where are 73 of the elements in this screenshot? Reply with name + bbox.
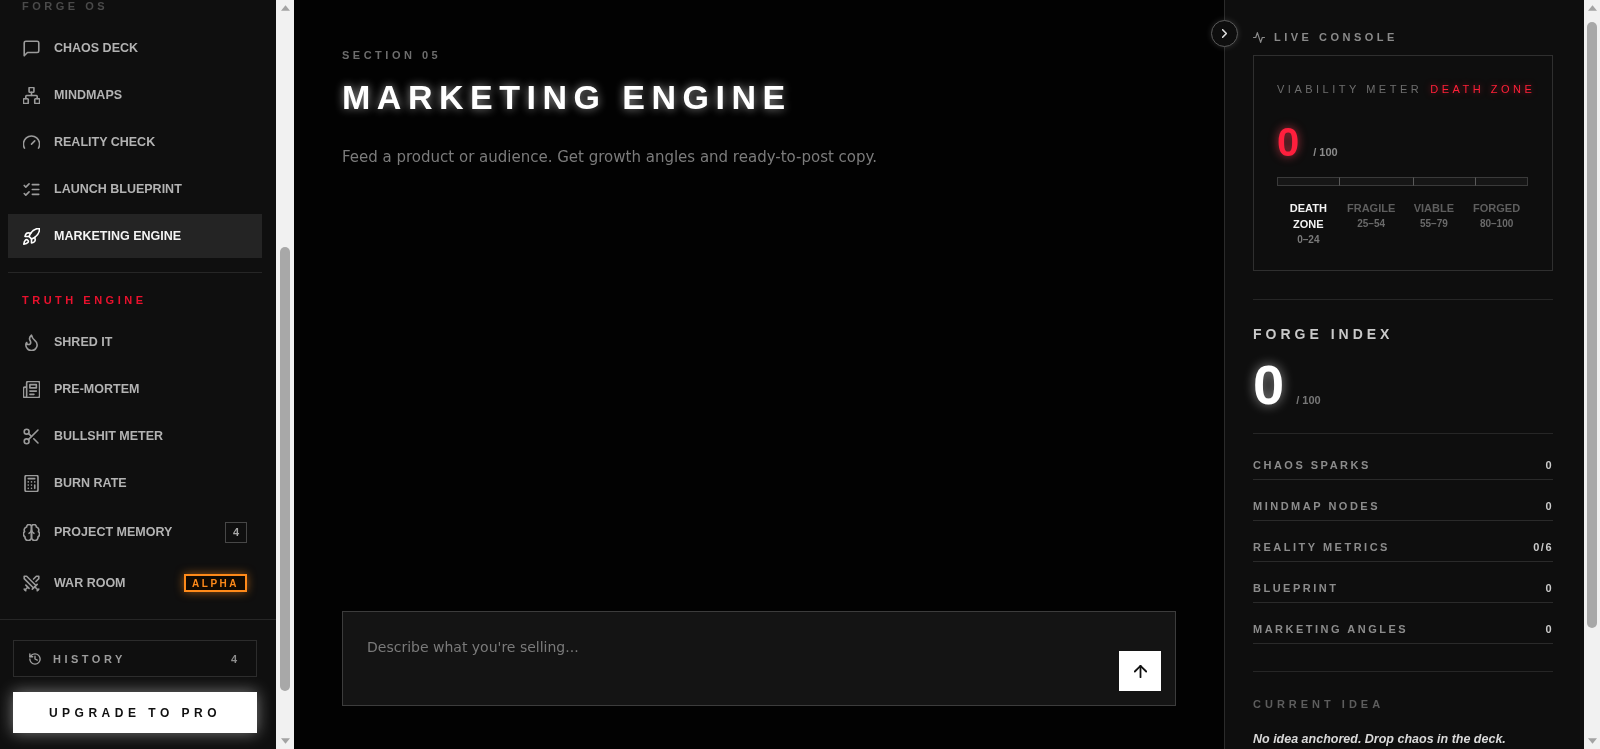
count-badge: 4 [225, 521, 247, 543]
up-triangle-icon[interactable] [280, 5, 290, 11]
meter-label: VIABILITY METER [1277, 82, 1423, 96]
sidebar-item[interactable]: MINDMAPS [8, 73, 262, 117]
rocket-icon [23, 227, 40, 245]
scrollbar-thumb[interactable] [1587, 22, 1597, 628]
stat-label: CHAOS SPARKS [1253, 458, 1371, 473]
upgrade-button[interactable]: UPGRADE TO PRO [13, 692, 257, 733]
meter-segment [1277, 177, 1340, 186]
hierarchy-icon [23, 86, 40, 104]
meter-status: DEATH ZONE [1430, 82, 1536, 96]
stat-value: 0 [1545, 499, 1553, 514]
scrollbar-thumb[interactable] [280, 247, 290, 691]
stat-label: MINDMAP NODES [1253, 499, 1381, 514]
forge-index-title: FORGE INDEX [1253, 325, 1394, 343]
sidebar-item[interactable]: MARKETING ENGINE [8, 214, 262, 258]
stat-value: 0/6 [1533, 540, 1553, 555]
down-triangle-icon[interactable] [280, 738, 290, 744]
forge-index-score: 0 [1253, 357, 1285, 413]
up-triangle-icon[interactable] [1587, 5, 1597, 11]
sidebar-item[interactable]: WAR ROOM ALPHA [8, 559, 262, 607]
sidebar-section-label: FORGE OS [21, 0, 109, 12]
calculator-icon [23, 474, 40, 492]
alpha-badge: ALPHA [184, 574, 247, 592]
sidebar-item[interactable]: PRE-MORTEM [8, 367, 262, 411]
viability-score: 0 [1277, 119, 1300, 166]
stat-label: REALITY METRICS [1253, 540, 1390, 555]
stat-label: BLUEPRINT [1253, 581, 1339, 596]
zone-name: FRAGILE [1347, 201, 1396, 216]
zone-range: 25–54 [1357, 217, 1386, 231]
history-button[interactable]: HISTORY 4 [13, 640, 257, 677]
message-input[interactable]: Describe what you're selling... [342, 611, 1176, 706]
console-title: LIVE CONSOLE [1274, 31, 1398, 43]
zone-range: 0–24 [1297, 233, 1320, 247]
scissors-icon [23, 427, 40, 445]
brain-icon [23, 523, 40, 541]
pulse-icon [1253, 31, 1265, 43]
chat-bubble-icon [23, 39, 40, 57]
stat-value: 0 [1545, 622, 1553, 637]
page-subtitle: Feed a product or audience. Get growth angles and ready-to-post copy. [342, 147, 878, 167]
page-title: MARKETING ENGINE [342, 77, 792, 117]
flame-icon [23, 333, 40, 351]
zone-range: 55–79 [1419, 217, 1448, 231]
sidebar-item[interactable]: PROJECT MEMORY 4 [8, 508, 262, 556]
newspaper-icon [23, 380, 40, 398]
score-max: / 100 [1296, 394, 1321, 406]
chevron-right-icon [1222, 29, 1227, 38]
history-icon [29, 652, 41, 665]
sidebar-item[interactable]: CHAOS DECK [8, 26, 262, 70]
meter-segment [1412, 177, 1476, 186]
sidebar-item[interactable]: REALITY CHECK [8, 120, 262, 164]
sidebar-item[interactable]: LAUNCH BLUEPRINT [8, 167, 262, 211]
stat-value: 0 [1545, 581, 1553, 596]
section-label: SECTION 05 [342, 48, 442, 62]
zone-name: DEATH ZONE [1288, 201, 1328, 232]
sidebar-section-label: TRUTH ENGINE [21, 293, 147, 307]
checklist-icon [23, 180, 40, 198]
stat-label: MARKETING ANGLES [1253, 622, 1409, 637]
sidebar-item[interactable]: SHRED IT [8, 320, 262, 364]
stat-value: 0 [1545, 458, 1553, 473]
zone-range: 80–100 [1479, 217, 1514, 231]
send-button[interactable] [1119, 651, 1161, 691]
meter-segment [1474, 177, 1528, 186]
zone-name: FORGED [1473, 201, 1521, 216]
sidebar-item[interactable]: BULLSHIT METER [8, 414, 262, 458]
zone-name: VIABLE [1413, 201, 1455, 216]
current-idea-title: CURRENT IDEA [1253, 697, 1385, 712]
score-max: / 100 [1313, 146, 1338, 158]
current-idea-text: No idea anchored. Drop chaos in the deck. [1253, 731, 1506, 748]
crossed-swords-icon [23, 574, 40, 592]
sidebar-item[interactable]: BURN RATE [8, 461, 262, 505]
down-triangle-icon[interactable] [1587, 738, 1597, 744]
gauge-icon [23, 133, 40, 151]
